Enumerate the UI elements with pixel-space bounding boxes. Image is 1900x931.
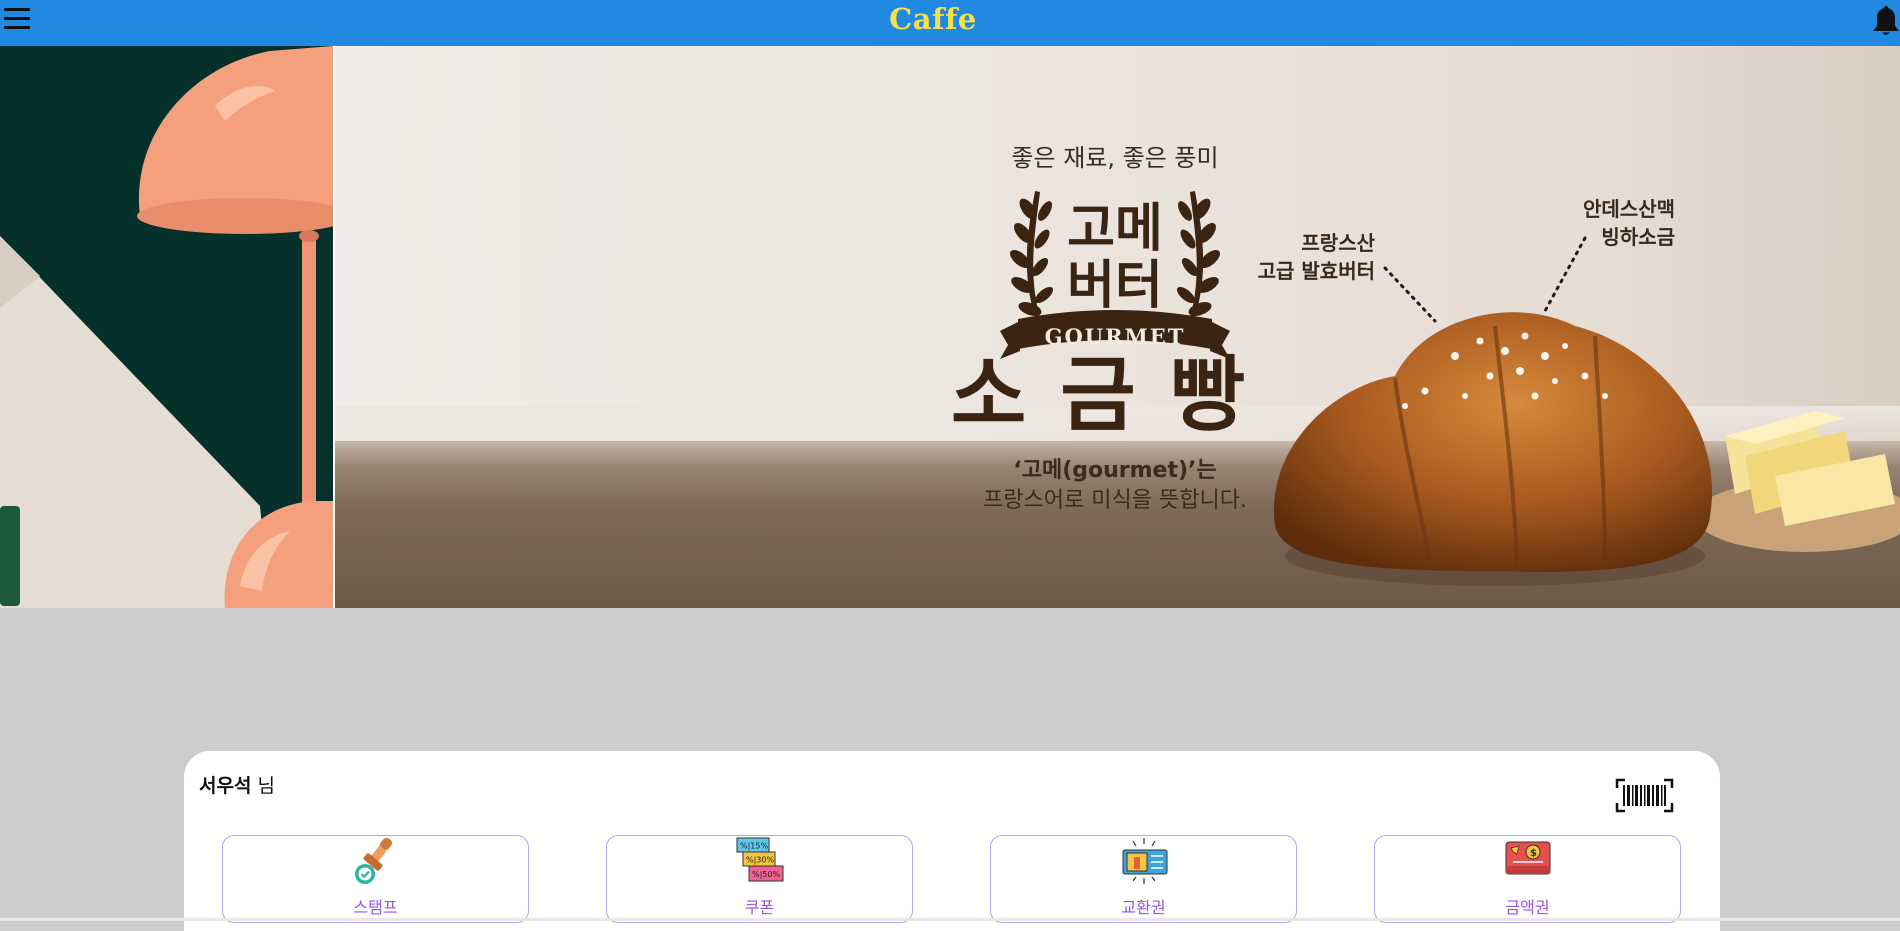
- gift-card-card[interactable]: $ 금액권: [1374, 835, 1681, 923]
- stamp-card-label: 스탬프: [353, 898, 398, 917]
- member-panel: 서우석 님 스탬프 %|15% %|30% %|50% 쿠폰 교환권 $ 금액권: [184, 751, 1720, 931]
- svg-text:%|15%: %|15%: [740, 842, 768, 851]
- stamp-card[interactable]: 스탬프: [222, 835, 529, 923]
- barcode-icon[interactable]: [1615, 778, 1674, 813]
- stamp-icon: [351, 836, 401, 886]
- coupon-card-label: 쿠폰: [744, 898, 775, 917]
- member-suffix: 님: [251, 775, 275, 797]
- coupon-card[interactable]: %|15% %|30% %|50% 쿠폰: [606, 835, 913, 923]
- coupon-icon: %|15% %|30% %|50%: [735, 836, 785, 886]
- promo-banner[interactable]: 좋은 재료, 좋은 풍미 고메 버터 GOURMET 소금빵 ‘고메(gourm…: [0, 46, 1900, 608]
- svg-text:$: $: [1530, 848, 1537, 859]
- member-name: 서우석: [199, 775, 252, 797]
- gift-card-card-label: 금액권: [1505, 898, 1550, 917]
- lamp-illustration: [0, 46, 333, 608]
- svg-text:%|50%: %|50%: [752, 870, 780, 879]
- voucher-card[interactable]: 교환권: [990, 835, 1297, 923]
- voucher-icon: [1119, 836, 1169, 886]
- salt-bread-illustration: [1274, 312, 1713, 586]
- app-header: Caffe: [0, 0, 1900, 46]
- gift-card-icon: $: [1503, 836, 1553, 886]
- svg-text:%|30%: %|30%: [746, 856, 774, 865]
- voucher-card-label: 교환권: [1121, 898, 1166, 917]
- app-title: Caffe: [889, 2, 977, 36]
- current-slide[interactable]: 좋은 재료, 좋은 풍미 고메 버터 GOURMET 소금빵 ‘고메(gourm…: [333, 46, 1900, 608]
- member-greeting: 서우석 님: [199, 771, 275, 798]
- bell-icon[interactable]: [1872, 4, 1900, 36]
- previous-slide[interactable]: [0, 46, 333, 608]
